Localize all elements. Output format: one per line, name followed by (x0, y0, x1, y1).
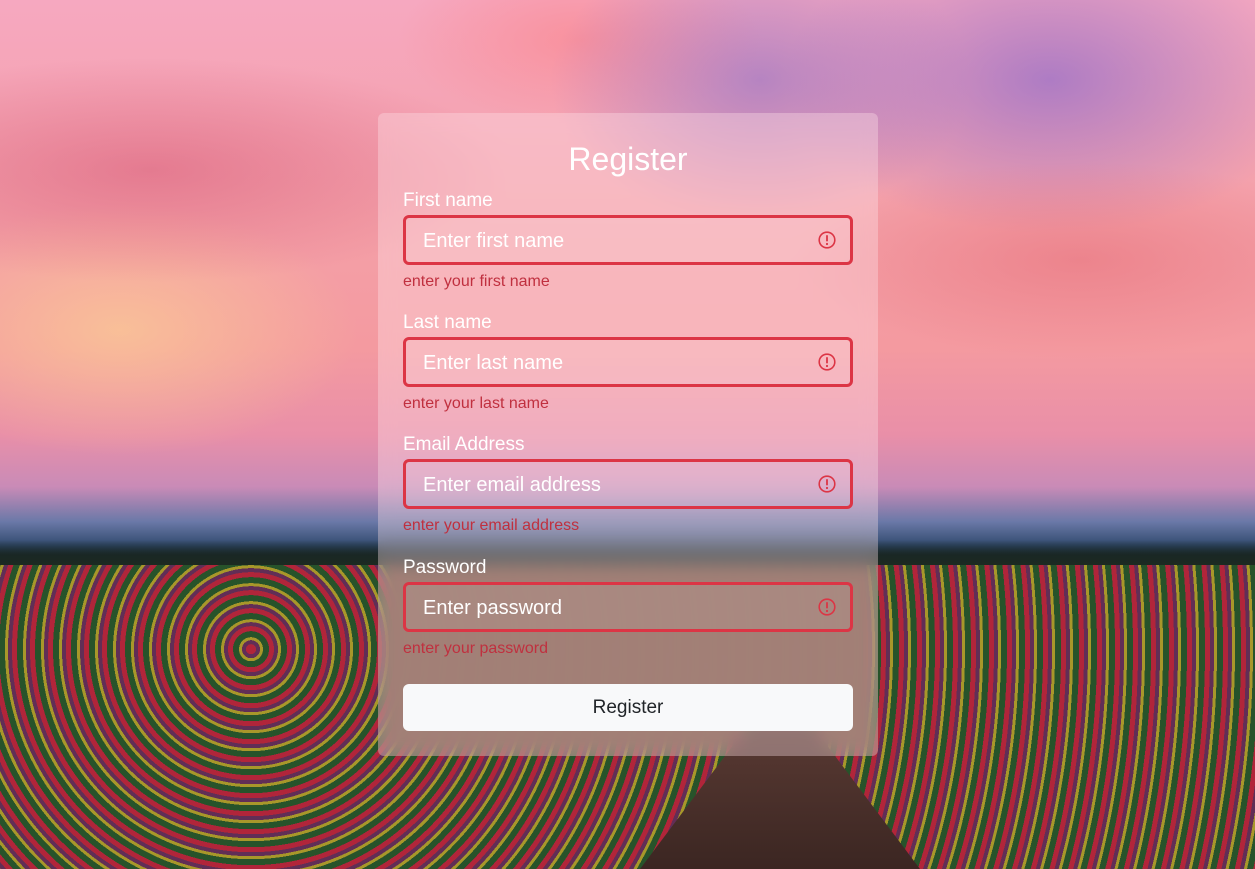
email-label: Email Address (403, 434, 525, 455)
form-title: Register (568, 141, 688, 177)
password-input[interactable] (421, 585, 805, 631)
exclamation-circle-icon (818, 353, 836, 371)
password-label: Password (403, 557, 487, 578)
email-field-wrapper (403, 459, 853, 509)
first-name-label: First name (403, 190, 493, 211)
first-name-input[interactable] (421, 218, 805, 264)
exclamation-circle-icon (818, 475, 836, 493)
password-error: enter your password (403, 640, 548, 657)
email-error: enter your email address (403, 517, 580, 534)
last-name-field-wrapper (403, 337, 853, 387)
last-name-error: enter your last name (403, 395, 549, 412)
email-input[interactable] (421, 462, 805, 508)
first-name-error: enter your first name (403, 273, 550, 290)
last-name-label: Last name (403, 312, 492, 333)
password-field-wrapper (403, 582, 853, 632)
exclamation-circle-icon (818, 231, 836, 249)
exclamation-circle-icon (818, 598, 836, 616)
last-name-input[interactable] (421, 340, 805, 386)
register-button[interactable]: Register (403, 684, 853, 731)
register-card: Register First name enter your first nam… (378, 113, 878, 756)
first-name-field-wrapper (403, 215, 853, 265)
